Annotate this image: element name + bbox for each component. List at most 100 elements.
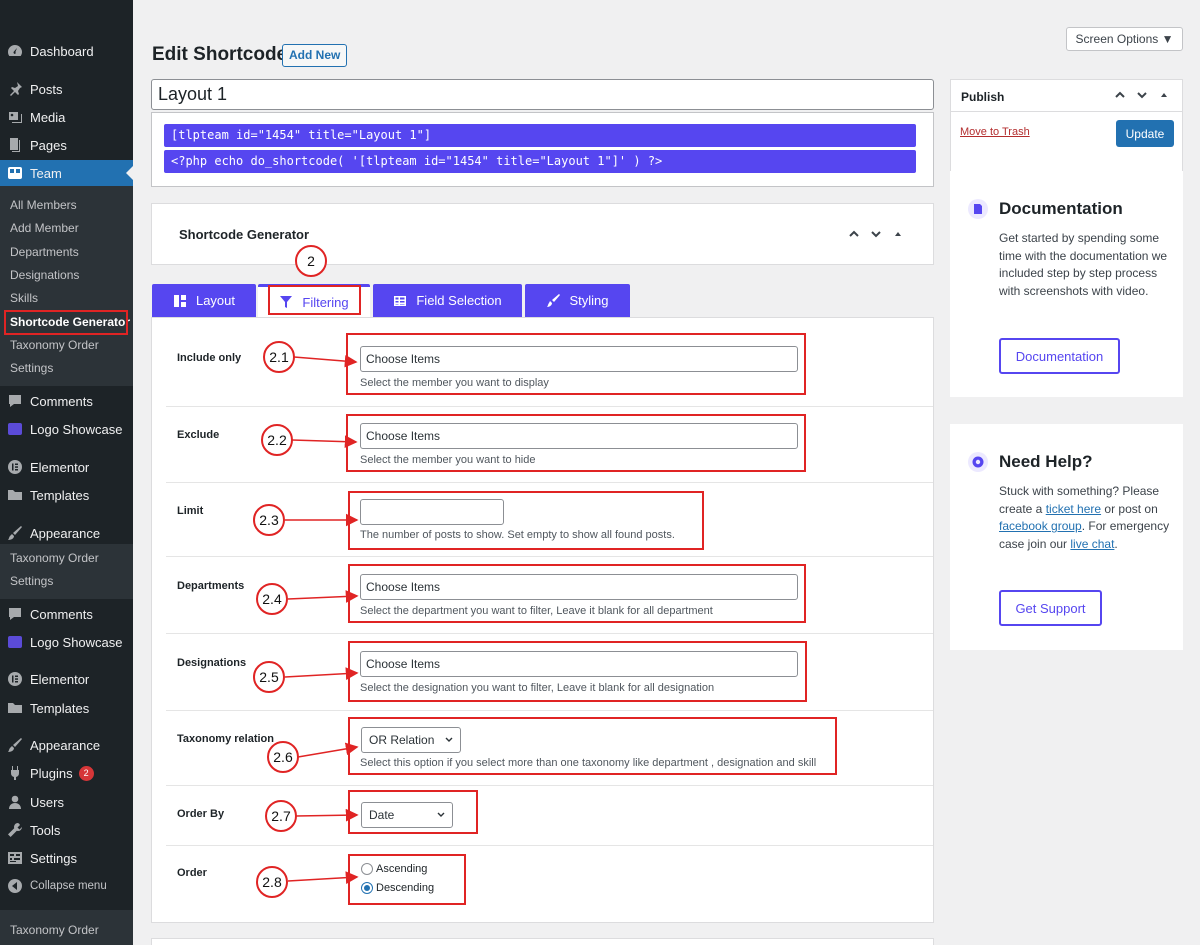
menu-tools[interactable]: Tools bbox=[0, 817, 133, 843]
menu-label: Appearance bbox=[30, 525, 101, 541]
panel-controls bbox=[848, 228, 904, 240]
submenu-taxonomy-order[interactable]: Taxonomy Order bbox=[10, 335, 99, 355]
menu-logo-showcase[interactable]: Logo Showcase bbox=[0, 416, 133, 442]
tab-label: Styling bbox=[569, 293, 609, 308]
submenu-taxonomy-order[interactable]: Taxonomy Order bbox=[10, 548, 99, 568]
shortcode-generator-header: Shortcode Generator bbox=[151, 203, 934, 265]
limit-label: Limit bbox=[177, 505, 204, 517]
documentation-button[interactable]: Documentation bbox=[999, 338, 1120, 374]
menu-settings[interactable]: Settings bbox=[0, 845, 133, 871]
menu-users[interactable]: Users bbox=[0, 789, 133, 815]
annotation-box-2 bbox=[268, 285, 361, 315]
menu-elementor[interactable]: Elementor bbox=[0, 454, 133, 480]
move-to-trash-link[interactable]: Move to Trash bbox=[960, 126, 1030, 138]
annotation-box-2-5 bbox=[348, 641, 807, 702]
menu-label: Media bbox=[30, 109, 66, 125]
move-up-icon[interactable] bbox=[1114, 89, 1126, 101]
submenu-all-members[interactable]: All Members bbox=[10, 195, 77, 215]
menu-comments[interactable]: Comments bbox=[0, 601, 133, 627]
menu-label: Users bbox=[30, 794, 64, 810]
generator-title: Shortcode Generator bbox=[179, 227, 310, 242]
menu-label: Tools bbox=[30, 822, 61, 838]
submenu-add-member[interactable]: Add Member bbox=[10, 218, 79, 238]
publish-box: Publish Move to Trash Update bbox=[950, 79, 1183, 183]
collapse-menu-button[interactable]: Collapse menu bbox=[0, 873, 133, 899]
help-text-part: . bbox=[1114, 536, 1118, 551]
logo-showcase-icon bbox=[0, 423, 30, 435]
documentation-text: Get started by spending some time with t… bbox=[999, 231, 1168, 298]
menu-elementor[interactable]: Elementor bbox=[0, 666, 133, 692]
submenu-skills[interactable]: Skills bbox=[10, 288, 38, 308]
add-new-button[interactable]: Add New bbox=[282, 44, 348, 67]
row-divider bbox=[166, 406, 933, 407]
screen-options-button[interactable]: Screen Options ▼ bbox=[1066, 27, 1183, 51]
support-icon bbox=[968, 452, 988, 472]
callout-2-1: 2.1 bbox=[263, 341, 295, 373]
callout-2-8: 2.8 bbox=[256, 866, 288, 898]
menu-label: Logo Showcase bbox=[30, 421, 123, 437]
toggle-panel-icon[interactable] bbox=[1158, 89, 1170, 101]
menu-templates[interactable]: Templates bbox=[0, 482, 133, 508]
callout-2-2: 2.2 bbox=[261, 424, 293, 456]
comment-icon bbox=[0, 393, 30, 409]
menu-templates[interactable]: Templates bbox=[0, 695, 133, 721]
menu-label: Logo Showcase bbox=[30, 634, 123, 650]
menu-label: Templates bbox=[30, 487, 90, 503]
brush-icon bbox=[547, 293, 561, 307]
facebook-group-link[interactable]: facebook group bbox=[999, 519, 1082, 533]
move-down-icon[interactable] bbox=[870, 228, 882, 240]
menu-posts[interactable]: Posts bbox=[0, 76, 133, 102]
row-divider bbox=[166, 633, 933, 634]
tab-layout[interactable]: Layout bbox=[152, 284, 256, 317]
menu-pages[interactable]: Pages bbox=[0, 132, 133, 158]
submenu-departments[interactable]: Departments bbox=[10, 242, 79, 262]
menu-logo-showcase[interactable]: Logo Showcase bbox=[0, 629, 133, 655]
table-icon bbox=[394, 295, 407, 306]
tab-field-selection[interactable]: Field Selection bbox=[373, 284, 522, 317]
menu-media[interactable]: Media bbox=[0, 104, 133, 130]
shortcode-box: [tlpteam id="1454" title="Layout 1"] <?p… bbox=[151, 112, 934, 187]
move-up-icon[interactable] bbox=[848, 228, 860, 240]
annotation-box-2-6 bbox=[348, 717, 837, 775]
menu-appearance[interactable]: Appearance bbox=[0, 732, 133, 758]
callout-2-6: 2.6 bbox=[267, 741, 299, 773]
menu-label: Comments bbox=[30, 606, 93, 622]
help-title: Need Help? bbox=[999, 452, 1093, 471]
shortcode-text[interactable]: [tlpteam id="1454" title="Layout 1"] bbox=[164, 124, 916, 147]
taxonomy-relation-label: Taxonomy relation bbox=[177, 733, 274, 745]
submenu-taxonomy-order[interactable]: Taxonomy Order bbox=[10, 920, 99, 940]
annotation-box-2-3 bbox=[348, 491, 704, 550]
menu-team[interactable]: Team bbox=[0, 160, 133, 186]
submenu-settings[interactable]: Settings bbox=[10, 358, 53, 378]
menu-appearance[interactable]: Appearance bbox=[0, 520, 133, 546]
move-down-icon[interactable] bbox=[1136, 89, 1148, 101]
help-text: Stuck with something? Please create a ti… bbox=[999, 483, 1171, 553]
submenu-designations[interactable]: Designations bbox=[10, 265, 79, 285]
menu-comments[interactable]: Comments bbox=[0, 388, 133, 414]
live-chat-link[interactable]: live chat bbox=[1070, 537, 1114, 551]
layout-icon bbox=[173, 294, 186, 307]
pages-icon bbox=[0, 137, 30, 153]
row-divider bbox=[166, 785, 933, 786]
menu-label: Appearance bbox=[30, 737, 101, 753]
page-title: Edit Shortcode bbox=[152, 44, 288, 65]
toggle-panel-icon[interactable] bbox=[892, 228, 904, 240]
php-code-text[interactable]: <?php echo do_shortcode( '[tlpteam id="1… bbox=[164, 150, 916, 173]
get-support-button[interactable]: Get Support bbox=[999, 590, 1102, 626]
menu-dashboard[interactable]: Dashboard bbox=[0, 38, 133, 64]
update-button[interactable]: Update bbox=[1116, 120, 1174, 147]
ticket-link[interactable]: ticket here bbox=[1046, 502, 1101, 516]
menu-label: Posts bbox=[30, 81, 63, 97]
menu-label: Dashboard bbox=[30, 43, 94, 59]
tab-styling[interactable]: Styling bbox=[525, 284, 630, 317]
menu-label: Comments bbox=[30, 393, 93, 409]
order-label: Order bbox=[177, 867, 207, 879]
plugin-icon bbox=[0, 765, 30, 781]
tab-label: Layout bbox=[195, 293, 236, 308]
menu-label: Pages bbox=[30, 137, 67, 153]
submenu-settings[interactable]: Settings bbox=[10, 571, 53, 591]
publish-controls bbox=[1114, 89, 1170, 101]
admin-sidebar: Dashboard Posts Media Pages Team All Mem… bbox=[0, 0, 133, 945]
menu-plugins[interactable]: Plugins 2 bbox=[0, 760, 133, 786]
post-title-input[interactable]: Layout 1 bbox=[151, 79, 934, 110]
